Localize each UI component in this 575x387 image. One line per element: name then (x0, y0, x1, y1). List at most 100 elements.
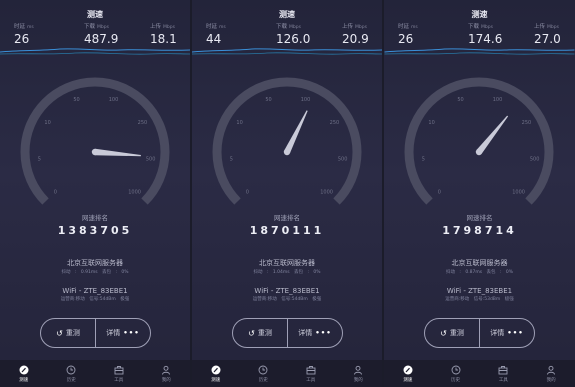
gauge-hub (91, 148, 99, 156)
gauge-track (404, 77, 554, 205)
gauge-tick-label: 500 (530, 156, 540, 162)
action-buttons: ↺ 重测 详情 ••• (424, 318, 535, 348)
speed-gauge: 0 5 10 50 100 250 500 1000 (404, 77, 554, 205)
ping-label: 时延 ms (206, 24, 226, 30)
retest-label: 重测 (257, 329, 272, 337)
gauge-needle (91, 148, 141, 157)
wifi-stats: 运营商:移动 信号:54dBm 极强 (252, 297, 322, 302)
retry-icon: ↺ (248, 328, 255, 338)
page-title: 测速 (279, 10, 295, 19)
more-dots-icon: ••• (315, 329, 332, 337)
speed-wave-graph (192, 48, 382, 55)
tab-user[interactable]: 我的 (335, 360, 383, 387)
retest-button[interactable]: ↺ 重测 (425, 319, 480, 347)
retry-icon: ↺ (440, 328, 447, 338)
gauge-track (20, 77, 170, 205)
tab-speedometer[interactable]: 测速 (192, 360, 240, 387)
details-label: 详情 (490, 329, 505, 337)
tab-label: 测速 (211, 377, 221, 383)
gauge-tick-label: 100 (301, 97, 311, 103)
wifi-stats: 运营商:移动 信号:53dBm 极强 (445, 297, 514, 302)
download-label: 下载 Mbps (468, 24, 493, 30)
bottom-tab-bar: 测速 历史 工具 我的 (192, 360, 382, 387)
retest-button[interactable]: ↺ 重测 (233, 319, 288, 347)
wifi-name: WiFi - ZTE_83EBE1 (254, 287, 320, 295)
gauge-needle (283, 110, 308, 156)
more-dots-icon: ••• (507, 329, 524, 337)
gauge-hub (283, 148, 291, 156)
tab-toolbox[interactable]: 工具 (95, 360, 143, 387)
action-buttons: ↺ 重测 详情 ••• (40, 318, 151, 348)
gauge-tick-label: 10 (428, 120, 434, 126)
details-button[interactable]: 详情 ••• (480, 319, 534, 347)
gauge-tick-label: 250 (138, 120, 148, 126)
speed-test-screens: 测速 时延 ms 26 下载 Mbps 487.9 上传 Mbps 18.1 0 5 10… (0, 0, 575, 387)
tab-toolbox[interactable]: 工具 (287, 360, 335, 387)
tab-label: 工具 (114, 377, 124, 383)
toolbox-icon (306, 365, 316, 375)
tab-user[interactable]: 我的 (527, 360, 575, 387)
gauge-tick-label: 5 (230, 156, 233, 162)
tab-label: 测速 (19, 377, 29, 383)
gauge-tick-label: 250 (522, 120, 532, 126)
retest-button[interactable]: ↺ 重测 (41, 319, 96, 347)
speedometer-icon (211, 365, 221, 375)
details-button[interactable]: 详情 ••• (96, 319, 150, 347)
tab-label: 测速 (403, 377, 413, 383)
speedometer-icon (403, 365, 413, 375)
tab-toolbox[interactable]: 工具 (480, 360, 528, 387)
gauge-tick-label: 250 (330, 120, 340, 126)
speed-wave-graph (0, 48, 190, 55)
clock-icon (66, 365, 76, 375)
gauge-needle-shape (284, 110, 308, 154)
tab-user[interactable]: 我的 (143, 360, 191, 387)
tab-label: 工具 (306, 377, 316, 383)
retry-icon: ↺ (56, 328, 63, 338)
tab-speedometer[interactable]: 测速 (0, 360, 48, 387)
tab-label: 我的 (161, 377, 171, 383)
user-icon (161, 365, 171, 375)
gauge-tick-label: 1000 (320, 190, 333, 196)
speed-wave-graph (384, 48, 575, 55)
gauge-tick-label: 1000 (512, 190, 525, 196)
toolbox-icon (498, 365, 508, 375)
clock-icon (258, 365, 268, 375)
gauge-tick-label: 50 (73, 97, 79, 103)
tab-label: 工具 (498, 377, 508, 383)
action-buttons: ↺ 重测 详情 ••• (232, 318, 343, 348)
tab-clock[interactable]: 历史 (48, 360, 96, 387)
gauge-tick-label: 5 (38, 156, 41, 162)
upload-label: 上传 Mbps (342, 24, 367, 30)
clock-icon (451, 365, 461, 375)
gauge-tick-label: 500 (146, 156, 156, 162)
page-title: 测速 (471, 10, 488, 19)
tab-speedometer[interactable]: 测速 (384, 360, 432, 387)
user-icon (353, 365, 363, 375)
tab-clock[interactable]: 历史 (240, 360, 288, 387)
wifi-stats: 运营商:移动 信号:54dBm 极强 (60, 297, 130, 302)
rank-label: 网速排名 (274, 214, 300, 222)
gauge-needle-shape (476, 115, 509, 154)
tab-label: 历史 (258, 377, 268, 383)
details-label: 详情 (106, 329, 121, 337)
gauge-tick-label: 10 (44, 120, 50, 126)
gauge-tick-label: 100 (109, 97, 119, 103)
tab-clock[interactable]: 历史 (432, 360, 480, 387)
details-button[interactable]: 详情 ••• (288, 319, 342, 347)
gauge-tick-labels: 0 5 10 50 100 250 500 1000 (38, 97, 156, 195)
gauge-hub (475, 148, 483, 156)
speed-test-screen: 测速 时延 ms 26 下载 Mbps 174.6 上传 Mbps 27.0 0 5 10… (384, 0, 575, 387)
gauge-tick-label: 100 (493, 97, 503, 103)
user-icon (546, 365, 556, 375)
gauge-tick-label: 1000 (128, 190, 141, 196)
speedometer-icon (19, 365, 29, 375)
rank-label: 网速排名 (466, 214, 493, 222)
gauge-tick-label: 500 (338, 156, 348, 162)
gauge-tick-label: 0 (54, 190, 57, 196)
gauge-tick-label: 50 (457, 97, 463, 103)
tab-label: 历史 (451, 377, 461, 383)
gauge-needle (475, 115, 509, 156)
gauge-tick-label: 50 (265, 97, 271, 103)
server-stats: 抖动 : 0.91ms 丢包 : 0% (61, 270, 129, 275)
bottom-tab-bar: 测速 历史 工具 我的 (384, 360, 575, 387)
